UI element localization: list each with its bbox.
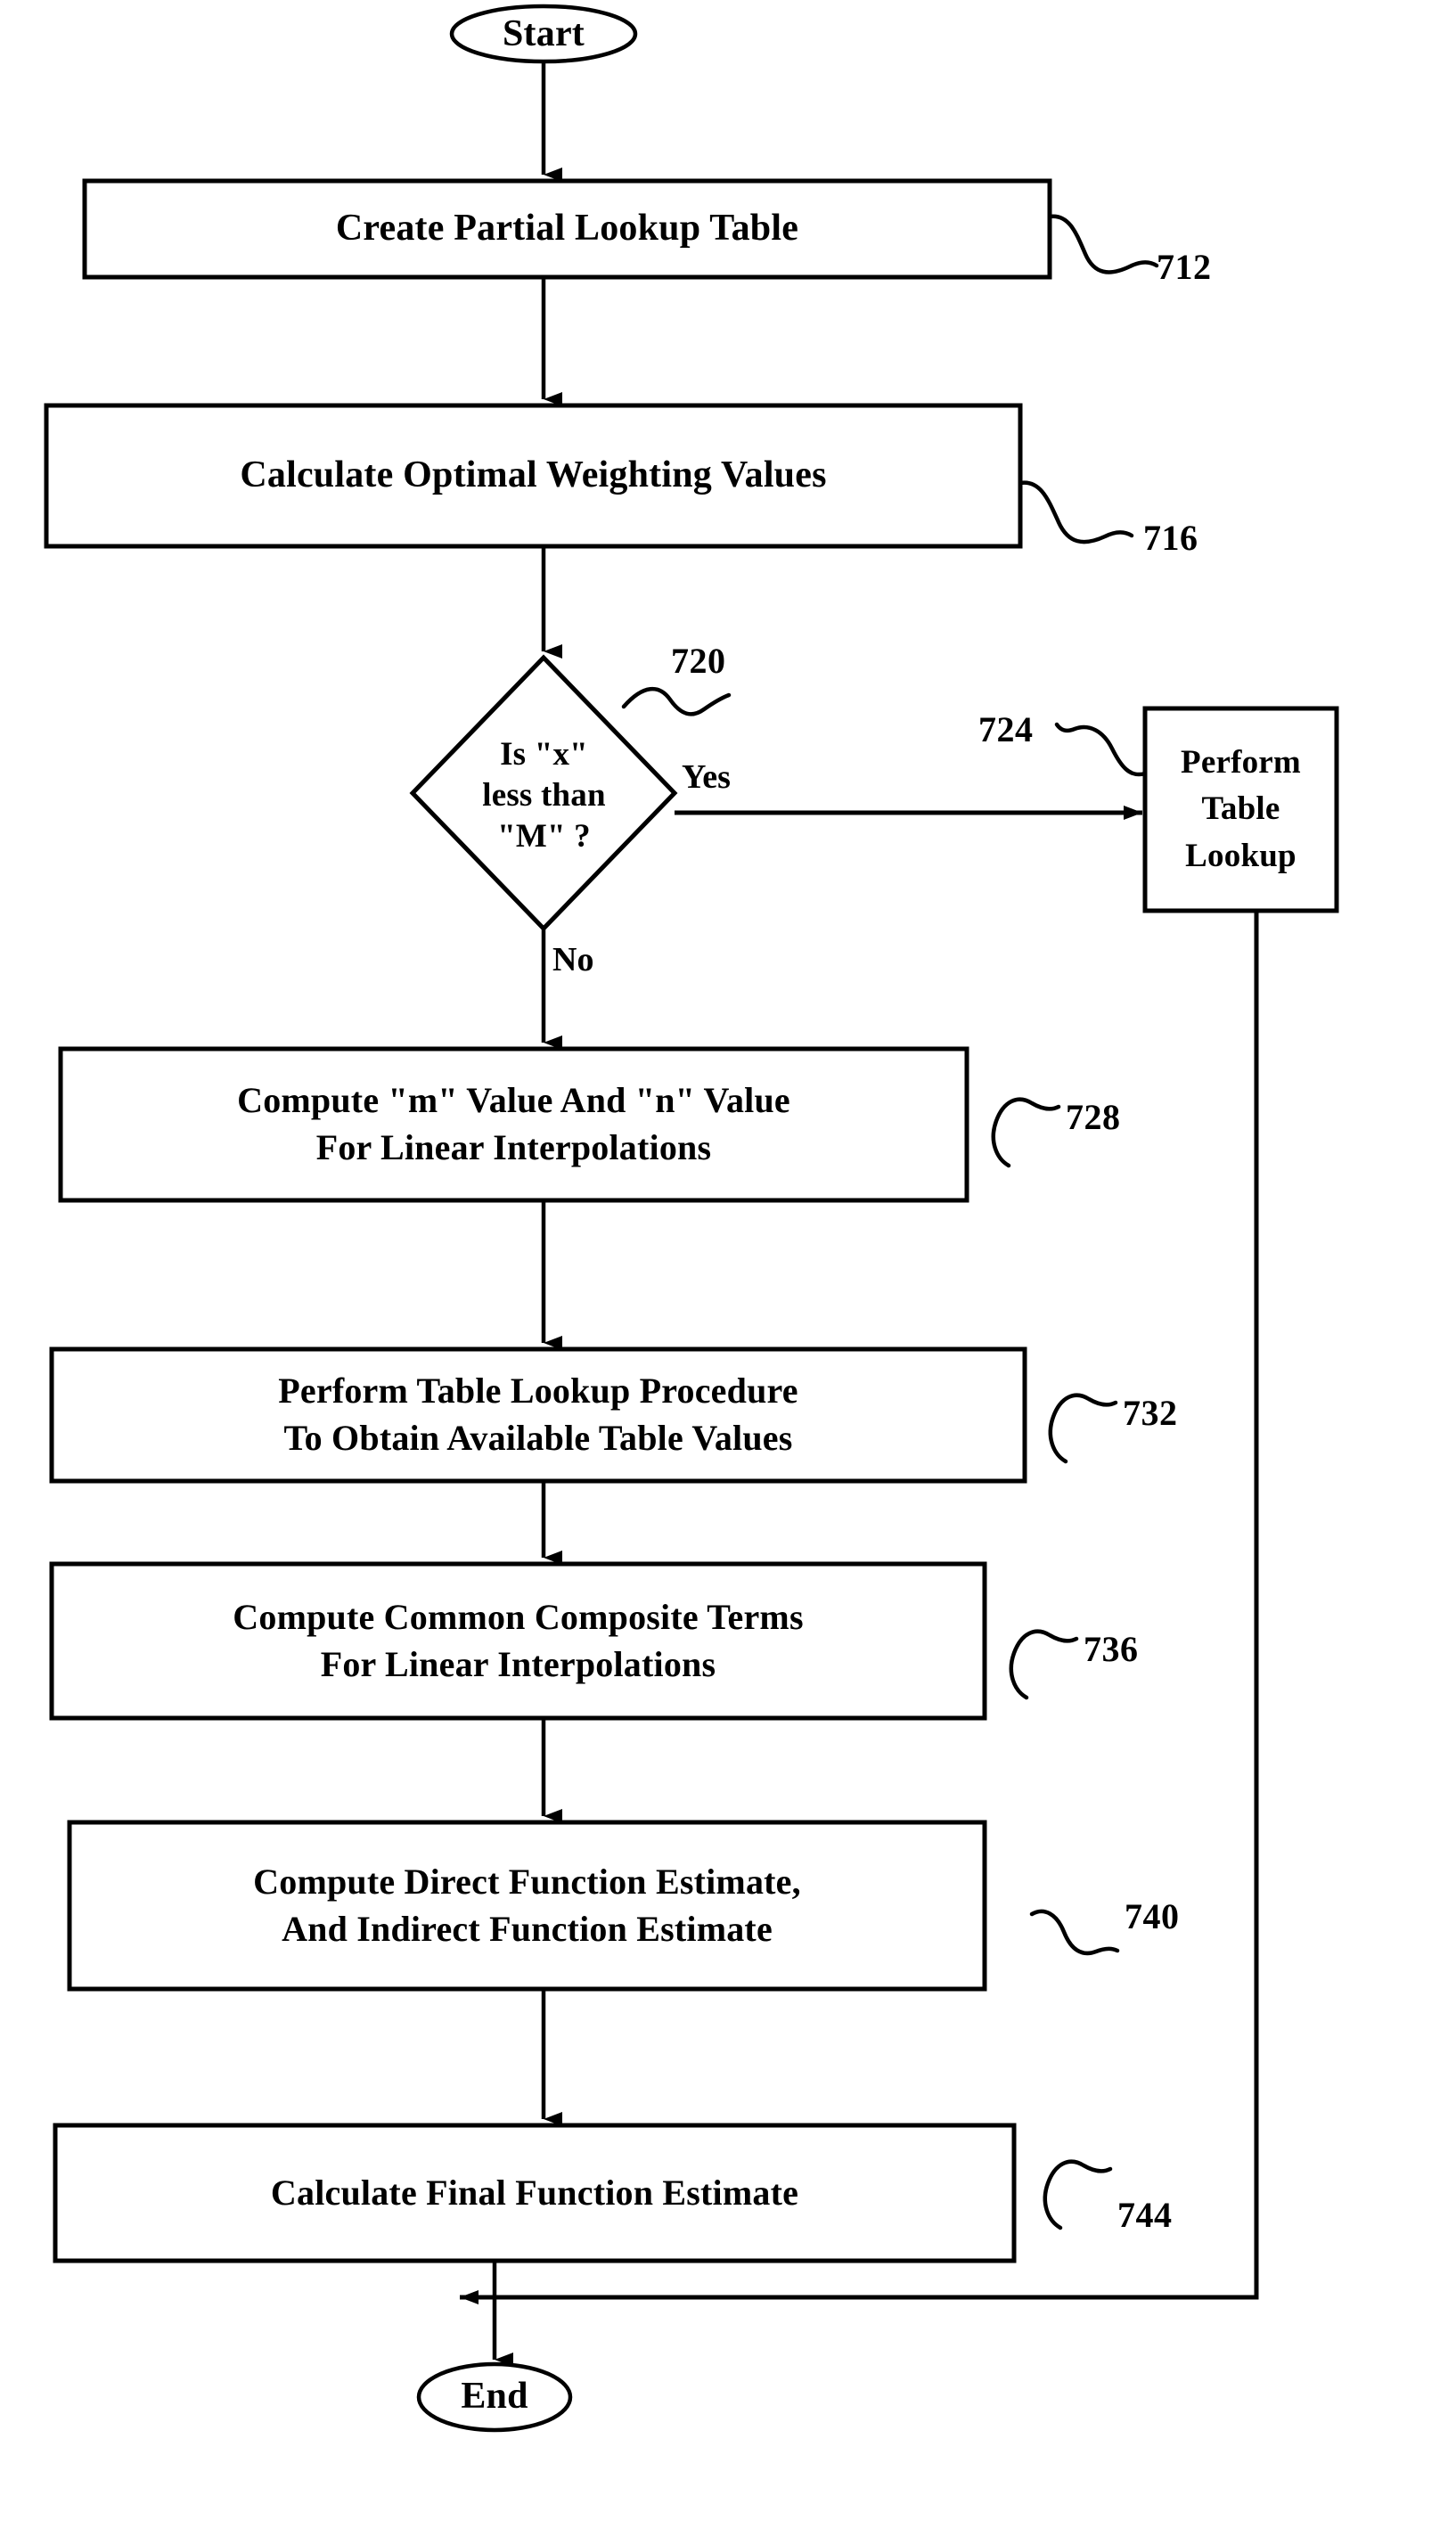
ref-number-736: 736 (1084, 1629, 1139, 1669)
end-terminator-label: End (461, 2376, 528, 2418)
leader-squiggle-724 (1054, 722, 1148, 777)
branch-label-yes: Yes (682, 758, 731, 796)
branch-label-no: No (552, 941, 594, 978)
ref-number-728: 728 (1066, 1097, 1121, 1137)
process-box-724-label: Perform Table Lookup (1181, 743, 1301, 874)
ref-number-732: 732 (1123, 1393, 1178, 1433)
leader-squiggle-744 (1043, 2159, 1113, 2230)
process-box-740-label: Compute Direct Function Estimate, And In… (253, 1861, 801, 1949)
leader-squiggle-732 (1048, 1393, 1118, 1464)
start-terminator-label: Start (503, 13, 585, 55)
ref-number-720: 720 (671, 641, 726, 681)
leader-squiggle-740 (1029, 1909, 1120, 1956)
ref-number-744: 744 (1117, 2195, 1173, 2235)
ref-number-712: 712 (1157, 247, 1212, 287)
process-box-716-label: Calculate Optimal Weighting Values (240, 454, 827, 496)
leader-squiggle-736 (1009, 1629, 1079, 1700)
leader-squiggle-712 (1047, 214, 1159, 274)
leader-squiggle-728 (991, 1097, 1061, 1168)
process-box-744-label: Calculate Final Function Estimate (270, 2172, 799, 2213)
leader-squiggle-720 (621, 686, 732, 716)
decision-diamond-720-label: Is "x" less than "M" ? (482, 735, 606, 855)
ref-number-740: 740 (1125, 1896, 1180, 1936)
ref-number-716: 716 (1143, 518, 1198, 558)
ref-number-724: 724 (978, 709, 1034, 749)
process-box-728-label: Compute "m" Value And "n" Value For Line… (237, 1080, 790, 1167)
leader-squiggle-716 (1018, 480, 1134, 544)
process-box-736-label: Compute Common Composite Terms For Linea… (233, 1596, 804, 1684)
process-box-732-label: Perform Table Lookup Procedure To Obtain… (278, 1371, 798, 1458)
flowchart-page: Start Create Partial Lookup Table 712 Ca… (0, 0, 1456, 2537)
process-box-712-label: Create Partial Lookup Table (335, 208, 799, 250)
